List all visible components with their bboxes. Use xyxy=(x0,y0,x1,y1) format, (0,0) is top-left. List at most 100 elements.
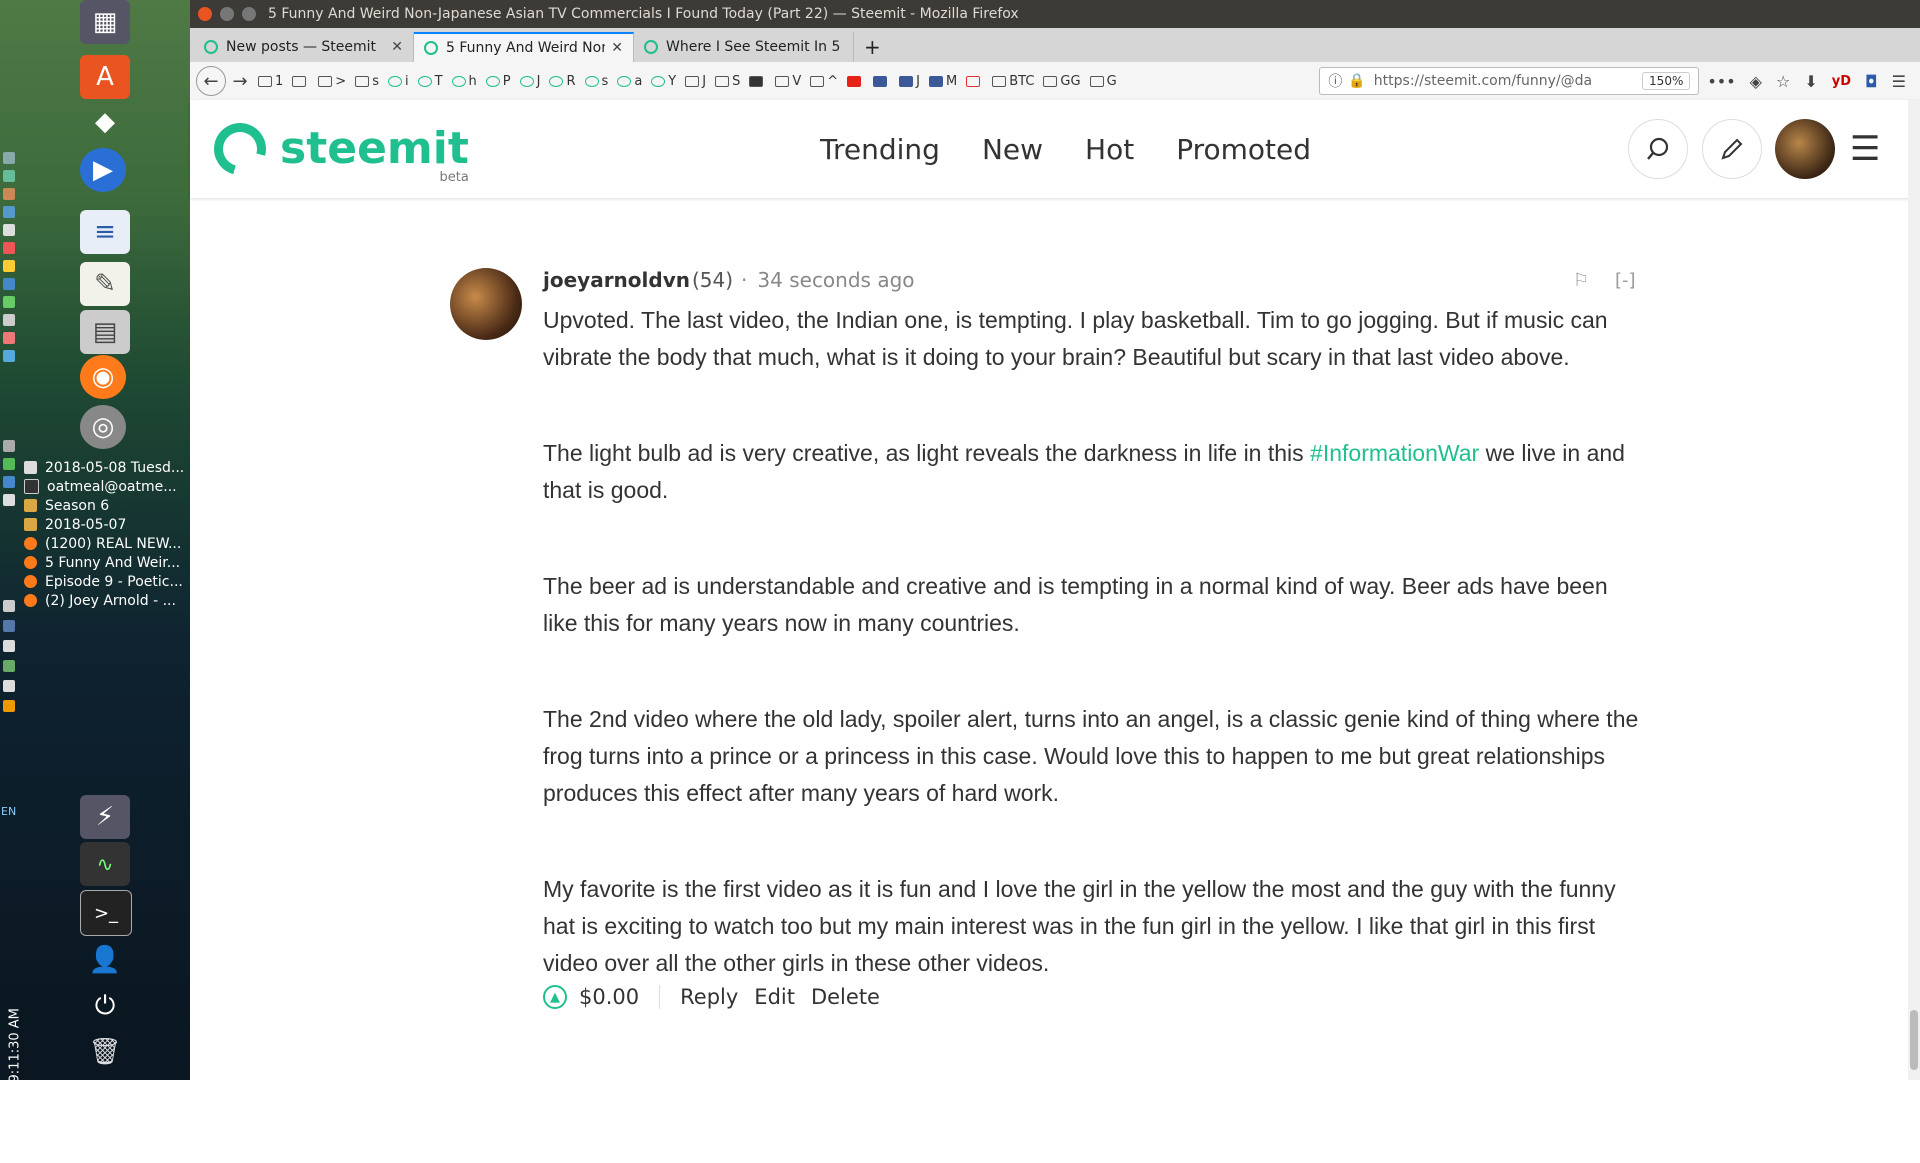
close-tab-icon[interactable]: ✕ xyxy=(391,39,403,55)
terminal-icon[interactable]: >_ xyxy=(80,890,132,936)
window-item[interactable]: 5 Funny And Weir... xyxy=(24,553,186,572)
maximize-window-button[interactable] xyxy=(242,7,256,21)
downloads-icon[interactable]: ⬇ xyxy=(1804,72,1817,91)
bookmark-item[interactable] xyxy=(749,75,766,87)
bookmark-item[interactable]: S xyxy=(715,74,740,89)
commenter-avatar[interactable] xyxy=(450,268,522,340)
trash-icon[interactable]: 🗑 xyxy=(80,1030,130,1074)
indicator-icon[interactable] xyxy=(3,440,15,452)
bookmark-item[interactable] xyxy=(292,75,309,87)
bookmark-item[interactable]: ^ xyxy=(810,74,838,89)
comment-timestamp[interactable]: 34 seconds ago xyxy=(757,268,914,292)
payout-amount[interactable]: $0.00 xyxy=(579,985,661,1009)
switcher-icon[interactable]: ⚡ xyxy=(80,795,130,839)
steemit-logo[interactable]: steemit beta xyxy=(204,113,469,185)
bookmark-item[interactable]: s xyxy=(584,74,608,89)
write-post-button[interactable] xyxy=(1702,119,1762,179)
text-editor-icon[interactable]: ✎ xyxy=(80,262,130,306)
bookmark-item[interactable]: J xyxy=(899,74,920,89)
delete-link[interactable]: Delete xyxy=(811,985,880,1009)
nav-trending[interactable]: Trending xyxy=(820,133,940,166)
indicator-icon[interactable] xyxy=(3,476,15,488)
flag-icon[interactable]: ⚐ xyxy=(1573,270,1589,291)
bookmark-item[interactable]: BTC xyxy=(992,74,1034,89)
bookmark-item[interactable]: 1 xyxy=(258,74,283,89)
page-actions-icon[interactable]: ••• xyxy=(1707,72,1735,91)
bookmark-item[interactable]: M xyxy=(929,74,957,89)
video-player-icon[interactable]: ▶ xyxy=(80,148,126,192)
workspaces-icon[interactable]: ▦ xyxy=(80,0,130,44)
close-tab-icon[interactable]: ✕ xyxy=(611,40,623,56)
bookmark-item[interactable]: P xyxy=(485,74,511,89)
bookmark-item[interactable]: V xyxy=(775,74,801,89)
window-item[interactable]: 2018-05-07 xyxy=(24,515,186,534)
indicator-icon[interactable] xyxy=(3,188,15,200)
power-icon[interactable]: ⏻ xyxy=(80,984,130,1028)
scrollbar-thumb[interactable] xyxy=(1910,1010,1918,1070)
indicator-icon[interactable] xyxy=(3,314,15,326)
indicator-icon[interactable] xyxy=(3,206,15,218)
bookmark-item[interactable]: i xyxy=(387,74,409,89)
clock[interactable]: Wed May 9, 9:11:30 AM xyxy=(8,1008,23,1162)
inkscape-icon[interactable]: ◆ xyxy=(80,100,130,144)
comment-author[interactable]: joeyarnoldvn xyxy=(543,268,690,292)
bookmark-item[interactable]: h xyxy=(451,74,477,89)
indicator-icon[interactable] xyxy=(3,332,15,344)
user-icon[interactable]: 👤 xyxy=(80,938,130,982)
indicator-icon[interactable] xyxy=(3,152,15,164)
bookmark-item[interactable]: > xyxy=(318,74,346,89)
collapse-button[interactable]: [-] xyxy=(1615,270,1636,291)
nav-promoted[interactable]: Promoted xyxy=(1176,133,1311,166)
indicator-icon[interactable] xyxy=(3,660,15,672)
zoom-level[interactable]: 150% xyxy=(1642,72,1691,90)
bookmark-item[interactable]: J xyxy=(519,74,540,89)
bookmark-item[interactable] xyxy=(847,75,864,87)
edit-link[interactable]: Edit xyxy=(754,985,795,1009)
writer-icon[interactable]: ≡ xyxy=(80,210,130,254)
window-item[interactable]: (1200) REAL NEW... xyxy=(24,534,186,553)
bookmark-item[interactable]: T xyxy=(417,74,443,89)
bookmark-item[interactable]: R xyxy=(549,74,576,89)
window-item[interactable]: oatmeal@oatme... xyxy=(24,477,186,496)
software-center-icon[interactable]: A xyxy=(80,55,130,99)
bookmark-item[interactable]: J xyxy=(685,74,706,89)
hashtag-link[interactable]: #InformationWar xyxy=(1310,440,1479,466)
url-text[interactable]: https://steemit.com/funny/@da xyxy=(1374,73,1592,89)
indicator-icon[interactable] xyxy=(3,458,15,470)
menu-icon[interactable]: ☰ xyxy=(1892,72,1906,91)
minimize-window-button[interactable] xyxy=(220,7,234,21)
extension-shield-icon[interactable]: ◘ xyxy=(1865,72,1878,91)
indicator-icon[interactable] xyxy=(3,224,15,236)
indicator-icon[interactable] xyxy=(3,278,15,290)
nav-hot[interactable]: Hot xyxy=(1085,133,1134,166)
window-item[interactable]: 2018-05-08 Tuesd... xyxy=(24,458,186,477)
bookmark-item[interactable]: a xyxy=(617,74,642,89)
indicator-icon[interactable] xyxy=(3,494,15,506)
reply-link[interactable]: Reply xyxy=(680,985,738,1009)
hamburger-menu-icon[interactable]: ☰ xyxy=(1850,129,1882,169)
bookmark-item[interactable] xyxy=(966,75,983,87)
bookmark-item[interactable] xyxy=(873,75,890,87)
bookmark-item[interactable]: G xyxy=(1089,74,1117,89)
indicator-icon[interactable] xyxy=(3,242,15,254)
indicator-icon[interactable] xyxy=(3,350,15,362)
indicator-icon[interactable] xyxy=(3,620,15,632)
archive-icon[interactable]: ▤ xyxy=(80,310,130,354)
tab-where-i-see-steemit[interactable]: Where I See Steemit In 5 xyxy=(634,32,854,62)
search-button[interactable] xyxy=(1628,119,1688,179)
tab-new-posts[interactable]: New posts — Steemit ✕ xyxy=(194,32,414,62)
pocket-icon[interactable]: ◈ xyxy=(1750,72,1762,91)
back-button[interactable]: ← xyxy=(196,66,226,96)
window-item[interactable]: Episode 9 - Poetic... xyxy=(24,572,186,591)
ubuntu-icon[interactable]: ◎ xyxy=(80,405,126,449)
bookmark-item[interactable]: Y xyxy=(651,74,676,89)
close-window-button[interactable] xyxy=(198,7,212,21)
firefox-icon[interactable]: ◉ xyxy=(80,355,126,399)
system-monitor-icon[interactable]: ∿ xyxy=(80,842,130,886)
indicator-icon[interactable] xyxy=(3,296,15,308)
window-item[interactable]: Season 6 xyxy=(24,496,186,515)
bookmark-item[interactable]: s xyxy=(355,74,379,89)
vertical-scrollbar[interactable] xyxy=(1908,100,1920,1080)
tab-funny-commercials[interactable]: 5 Funny And Weird Non- ✕ xyxy=(414,32,634,62)
bookmark-item[interactable]: GG xyxy=(1043,74,1081,89)
